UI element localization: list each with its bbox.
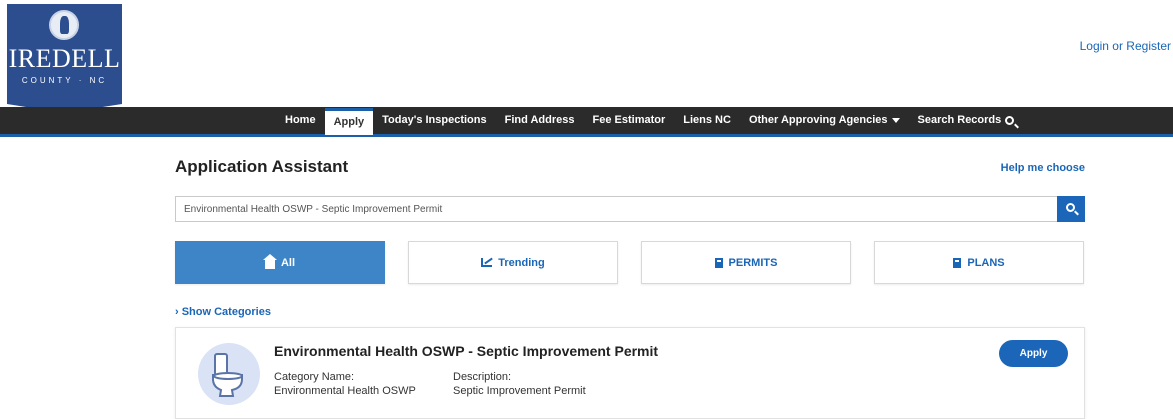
result-title: Environmental Health OSWP - Septic Impro…	[274, 343, 659, 359]
description-value: Septic Improvement Permit	[453, 385, 586, 397]
apply-button[interactable]: Apply	[999, 340, 1068, 367]
tab-trending-label: Trending	[498, 256, 545, 269]
nav-todays-inspections[interactable]: Today's Inspections	[373, 107, 496, 134]
site-header: IREDELL COUNTY · NC Login or Register	[0, 0, 1173, 113]
category-info: Category Name: Environmental Health OSWP	[274, 370, 416, 398]
search-button[interactable]	[1057, 196, 1085, 222]
home-icon	[262, 253, 277, 269]
tab-trending[interactable]: Trending	[408, 241, 618, 284]
county-logo[interactable]: IREDELL COUNTY · NC	[7, 4, 122, 113]
nav-find-address[interactable]: Find Address	[496, 107, 584, 134]
tab-all-label: All	[280, 256, 296, 269]
bookmark-icon	[953, 257, 962, 268]
tab-permits[interactable]: PERMITS	[641, 241, 851, 284]
nav-search-records[interactable]: Search Records	[909, 107, 1024, 134]
nav-other-approving-agencies[interactable]: Other Approving Agencies	[740, 107, 909, 134]
tab-plans[interactable]: PLANS	[874, 241, 1084, 284]
search-icon	[1005, 115, 1015, 125]
result-card: Environmental Health OSWP - Septic Impro…	[175, 327, 1085, 419]
category-value: Environmental Health OSWP	[274, 385, 416, 397]
description-info: Description: Septic Improvement Permit	[453, 370, 586, 398]
application-search-input[interactable]	[175, 196, 1057, 222]
search-row	[175, 196, 1085, 222]
page-title: Application Assistant	[175, 157, 349, 176]
nav-home[interactable]: Home	[276, 107, 325, 134]
bookmark-icon	[714, 257, 723, 268]
tab-plans-label: PLANS	[967, 256, 1005, 269]
nav-liens-nc[interactable]: Liens NC	[674, 107, 740, 134]
nav-fee-estimator[interactable]: Fee Estimator	[584, 107, 675, 134]
login-register-link[interactable]: Login or Register	[1080, 39, 1171, 53]
main-nav: Home Apply Today's Inspections Find Addr…	[0, 107, 1173, 137]
tab-permits-label: PERMITS	[728, 256, 778, 269]
toilet-icon	[198, 343, 260, 405]
search-icon	[1066, 203, 1075, 212]
nav-items: Home Apply Today's Inspections Find Addr…	[276, 107, 1024, 135]
category-label: Category Name:	[274, 371, 355, 383]
filter-tabs: All Trending PERMITS PLANS	[175, 241, 1085, 284]
help-me-choose-link[interactable]: Help me choose	[1001, 162, 1085, 174]
logo-subtitle: COUNTY · NC	[21, 76, 108, 85]
caret-down-icon	[891, 117, 900, 123]
county-seal-icon	[49, 10, 79, 40]
nav-apply[interactable]: Apply	[324, 108, 374, 135]
logo-name: IREDELL	[8, 44, 121, 73]
show-categories-link[interactable]: › Show Categories	[175, 306, 271, 318]
nav-search-records-label: Search Records	[917, 114, 1002, 126]
description-label: Description:	[453, 371, 512, 383]
nav-other-approving-agencies-label: Other Approving Agencies	[748, 114, 888, 126]
trending-icon	[481, 258, 493, 267]
tab-all[interactable]: All	[175, 241, 385, 284]
